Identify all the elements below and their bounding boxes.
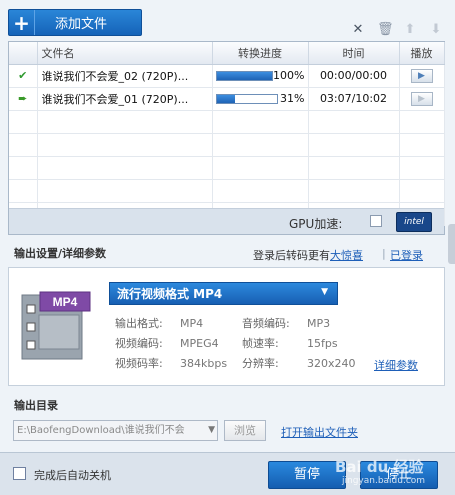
- param-key: 视频编码:: [115, 337, 163, 350]
- open-output-folder-link[interactable]: 打开输出文件夹: [281, 424, 358, 440]
- intel-logo-icon: intel: [396, 212, 432, 232]
- logged-in-link[interactable]: 已登录: [390, 247, 423, 263]
- detail-params-link[interactable]: 详细参数: [374, 357, 418, 373]
- arrow-up-icon[interactable]: ⬆: [403, 22, 417, 37]
- check-icon: ✔: [18, 69, 28, 82]
- output-dir-row: E:\BaofengDownload\谁说我们不会 ▼ 浏览 打开输出文件夹: [8, 418, 445, 442]
- output-dir-path: E:\BaofengDownload\谁说我们不会: [17, 425, 185, 436]
- output-dir-select[interactable]: E:\BaofengDownload\谁说我们不会 ▼: [13, 420, 218, 441]
- trash-icon[interactable]: 🗑: [377, 22, 394, 37]
- table-row-empty: [9, 156, 445, 180]
- watermark-url: jingyan.baidu.com: [342, 476, 426, 486]
- mp4-badge-text: MP4: [53, 295, 78, 309]
- side-collapse-handle[interactable]: [448, 224, 455, 264]
- param-key: 视频码率:: [115, 357, 163, 370]
- top-toolbar: + 添加文件 ✕ 🗑 ⬆ ⬇: [0, 0, 455, 42]
- table-row-empty: [9, 110, 445, 134]
- gpu-checkbox[interactable]: [370, 215, 382, 227]
- param-row: 输出格式: MP4 音频编码: MP3: [115, 313, 375, 333]
- converting-arrow-icon: ➨: [18, 92, 28, 105]
- plus-icon: +: [9, 10, 35, 35]
- col-time[interactable]: 时间: [308, 42, 400, 65]
- param-value: MPEG4: [180, 336, 219, 350]
- list-tools: ✕ 🗑 ⬆ ⬇: [351, 22, 443, 37]
- table-row[interactable]: ✔ 谁说我们不会爱_02 (720P)... 100% 00:00/00:00 …: [9, 64, 445, 88]
- chevron-down-icon: ▼: [208, 425, 215, 435]
- col-progress[interactable]: 转换进度: [212, 42, 309, 65]
- file-list: 文件名 转换进度 时间 播放 ✔ 谁说我们不会爱_02 (720P)... 10…: [8, 41, 445, 235]
- col-filename[interactable]: 文件名: [37, 42, 213, 65]
- table-row-empty: [9, 179, 445, 203]
- play-icon[interactable]: ▶: [410, 69, 433, 83]
- separator: |: [382, 247, 386, 260]
- table-row-empty: [9, 133, 445, 157]
- add-file-button[interactable]: + 添加文件: [8, 9, 142, 36]
- play-icon: ▶: [410, 92, 433, 106]
- param-row: 视频码率: 384kbps 分辨率: 320x240: [115, 353, 375, 373]
- login-prompt: 登录后转码更有大惊喜: [253, 247, 363, 263]
- format-select[interactable]: 流行视频格式 MP4 ▼: [109, 282, 338, 305]
- param-key: 输出格式:: [115, 317, 163, 330]
- format-params: 输出格式: MP4 音频编码: MP3 视频编码: MPEG4 帧速率: 15f…: [115, 313, 375, 373]
- param-value: 384kbps: [180, 356, 228, 370]
- progress-bar: [215, 93, 278, 104]
- login-prompt-text: 登录后转码更有: [253, 249, 330, 262]
- file-name: 谁说我们不会爱_02 (720P)...: [37, 64, 213, 88]
- close-icon[interactable]: ✕: [351, 22, 365, 37]
- table-row[interactable]: ➨ 谁说我们不会爱_01 (720P)... 31% 03:07/10:02 ▶: [9, 87, 445, 111]
- format-select-label: 流行视频格式 MP4: [117, 287, 223, 301]
- file-table: 文件名 转换进度 时间 播放 ✔ 谁说我们不会爱_02 (720P)... 10…: [9, 42, 445, 226]
- output-dir-title: 输出目录: [14, 399, 58, 412]
- progress-percent: 31%: [280, 92, 305, 105]
- param-value: MP3: [307, 316, 331, 330]
- surprise-link[interactable]: 大惊喜: [330, 249, 363, 262]
- gpu-row: GPU加速: intel: [9, 208, 444, 234]
- col-status: [9, 42, 38, 65]
- auto-shutdown-checkbox[interactable]: [13, 467, 26, 480]
- file-name: 谁说我们不会爱_01 (720P)...: [37, 87, 213, 111]
- file-time: 00:00/00:00: [308, 64, 400, 88]
- add-file-label: 添加文件: [55, 17, 108, 32]
- progress-fill: [216, 94, 236, 103]
- param-row: 视频编码: MPEG4 帧速率: 15fps: [115, 333, 375, 353]
- chevron-down-icon: ▼: [321, 287, 328, 297]
- table-header-row: 文件名 转换进度 时间 播放: [9, 42, 445, 65]
- col-play[interactable]: 播放: [399, 42, 445, 65]
- progress-percent: 100%: [273, 69, 305, 82]
- progress-bar: [215, 70, 274, 81]
- auto-shutdown-label: 完成后自动关机: [34, 469, 111, 482]
- progress-cell: 31%: [213, 92, 308, 105]
- watermark-logo: Bai du 经验: [335, 458, 424, 476]
- progress-cell: 100%: [213, 69, 308, 82]
- output-settings-panel: MP4 流行视频格式 MP4 ▼ 输出格式: MP4 音频编码: MP3 视频编…: [8, 267, 445, 386]
- param-value: 320x240: [307, 356, 356, 370]
- param-key: 音频编码:: [242, 317, 290, 330]
- param-value: MP4: [180, 316, 204, 330]
- browse-button[interactable]: 浏览: [224, 420, 266, 441]
- progress-fill: [216, 71, 273, 80]
- mp4-file-icon: MP4: [21, 291, 91, 360]
- param-key: 分辨率:: [242, 357, 279, 370]
- arrow-down-icon[interactable]: ⬇: [429, 22, 443, 37]
- output-settings-title: 输出设置/详细参数: [14, 247, 107, 260]
- param-value: 15fps: [307, 336, 338, 350]
- gpu-label: GPU加速:: [289, 217, 343, 231]
- file-time: 03:07/10:02: [308, 87, 400, 111]
- param-key: 帧速率:: [242, 337, 279, 350]
